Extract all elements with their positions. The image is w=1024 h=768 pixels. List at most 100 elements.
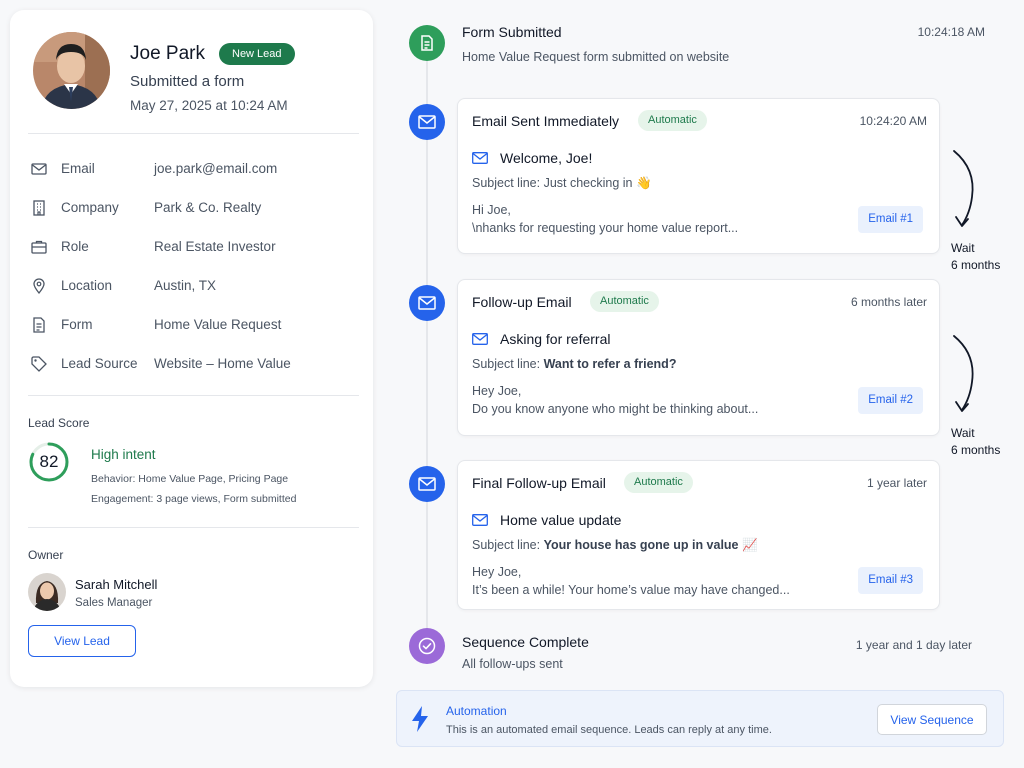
lead-card: Joe Park New Lead Submitted a form May 2… [10,10,373,687]
mail-icon [418,296,436,310]
email-body-line: Hey Joe, [472,384,522,398]
email-subject-line: Subject line: Want to refer a friend? [472,357,676,371]
lead-intent: High intent [91,447,156,462]
detail-label: Company [61,200,119,215]
wait-label: Wait 6 months [951,240,1000,274]
mail-icon [31,163,47,175]
email-body-line: Hi Joe, [472,203,511,217]
detail-label: Location [61,278,113,293]
divider [28,395,359,396]
subject-value: Your house has gone up in value 📈 [543,538,758,552]
email-step-time: 10:24:20 AM [859,114,927,128]
automatic-badge: Automatic [590,291,659,312]
automatic-badge: Automatic [624,472,693,493]
lead-avatar [33,32,110,109]
email-node [409,466,445,502]
wait-arrow-icon [953,335,974,412]
detail-location: Location Austin, TX [30,276,360,296]
email-subject-line: Subject line: Just checking in 👋 [472,176,652,191]
email-card[interactable]: Email Sent Immediately Automatic 10:24:2… [457,98,940,254]
lead-date: May 27, 2025 at 10:24 AM [130,98,288,113]
email-card[interactable]: Follow-up Email Automatic 6 months later… [457,279,940,436]
envelope-icon [472,152,488,164]
email-card[interactable]: Final Follow-up Email Automatic 1 year l… [457,460,940,610]
detail-label: Email [61,161,95,176]
email-number-tag: Email #1 [858,206,923,233]
form-submitted-subtitle: Home Value Request form submitted on web… [462,50,730,64]
divider [28,133,359,134]
email-body-line: It’s been a while! Your home’s value may… [472,583,790,597]
automatic-badge: Automatic [638,110,707,131]
email-step-title: Follow-up Email [472,294,572,310]
wait-label: Wait 6 months [951,425,1000,459]
detail-form: Form Home Value Request [30,315,360,335]
form-submitted-title: Form Submitted [462,24,562,40]
detail-value: Real Estate Investor [154,239,276,254]
detail-label: Form [61,317,93,332]
email-step-time: 6 months later [850,295,927,309]
email-heading: Welcome, Joe! [500,150,593,166]
automation-title: Automation [446,704,507,718]
email-heading: Asking for referral [500,331,611,347]
wait-word: Wait [951,426,975,440]
location-pin-icon [33,278,45,295]
detail-value: Austin, TX [154,278,217,293]
mail-icon [418,115,436,129]
subject-value: Want to refer a friend? [543,357,677,371]
view-lead-button[interactable]: View Lead [28,625,136,657]
envelope-icon [472,333,488,345]
lead-score-value: 82 [39,452,59,471]
document-icon [33,317,45,333]
email-body-line: Do you know anyone who might be thinking… [472,402,759,416]
subject-prefix: Subject line: [472,176,544,190]
automation-banner: Automation This is an automated email se… [396,690,1004,747]
email-node [409,104,445,140]
lead-action: Submitted a form [130,73,245,90]
detail-email: Email joe.park@email.com [30,159,360,179]
timeline-line [426,60,428,630]
detail-value: joe.park@email.com [154,161,278,176]
detail-label: Lead Source [61,356,138,371]
email-heading: Home value update [500,512,622,528]
view-sequence-button[interactable]: View Sequence [877,704,987,735]
detail-value: Park & Co. Realty [154,200,262,215]
mail-icon [418,477,436,491]
sequence-complete-node [409,628,445,664]
tag-icon [31,356,47,372]
email-number-tag: Email #3 [858,567,923,594]
lead-score-label: Lead Score [28,416,90,430]
sequence-complete-time: 1 year and 1 day later [855,638,972,652]
owner-name: Sarah Mitchell [75,577,158,592]
lead-engagement: Engagement: 3 page views, Form submitted [91,493,297,505]
email-subject-line: Subject line: Your house has gone up in … [472,538,758,553]
lead-name: Joe Park [130,43,205,64]
email-step-title: Final Follow-up Email [472,475,606,491]
owner-label: Owner [28,548,64,562]
form-submitted-time: 10:24:18 AM [917,25,985,39]
lead-behavior: Behavior: Home Value Page, Pricing Page [91,473,289,485]
building-icon [33,200,45,216]
email-body-line: Hey Joe, [472,565,522,579]
email-step-title: Email Sent Immediately [472,113,620,129]
automation-description: This is an automated email sequence. Lea… [446,724,772,736]
subject-prefix: Subject line: [472,538,544,552]
detail-lead-source: Lead Source Website – Home Value [30,354,360,374]
new-lead-badge: New Lead [219,43,295,65]
check-circle-icon [418,637,436,655]
wait-arrow-icon [953,150,974,227]
lightning-bolt-icon [412,706,428,732]
wait-duration: 6 months [951,258,1001,272]
detail-value: Home Value Request [154,317,282,332]
owner-role: Sales Manager [75,597,153,609]
email-body-line: \nhanks for requesting your home value r… [472,221,739,235]
subject-value: Just checking in 👋 [543,176,652,190]
briefcase-icon [31,240,47,254]
form-submitted-node [409,25,445,61]
envelope-icon [472,514,488,526]
detail-value: Website – Home Value [154,356,291,371]
sequence-complete-subtitle: All follow-ups sent [462,657,563,671]
divider [28,527,359,528]
wait-duration: 6 months [951,443,1001,457]
email-node [409,285,445,321]
detail-label: Role [61,239,89,254]
